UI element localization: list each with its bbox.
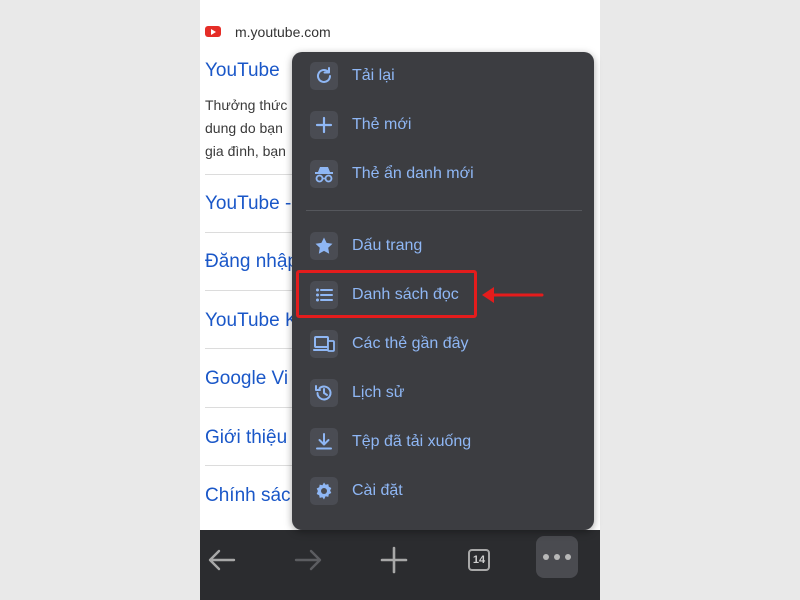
menu-item-bookmarks[interactable]: Dấu trang xyxy=(292,226,594,270)
divider xyxy=(205,290,305,291)
highlight-box xyxy=(296,270,477,318)
site-url: m.youtube.com xyxy=(235,24,331,40)
menu-item-label: Tệp đã tải xuống xyxy=(352,433,472,450)
history-icon xyxy=(310,379,338,407)
tab-counter-icon: 14 xyxy=(468,549,490,571)
site-header: m.youtube.com xyxy=(200,10,600,54)
divider xyxy=(205,407,305,408)
more-button[interactable] xyxy=(535,535,579,579)
menu-item-new-incognito-tab[interactable]: Thẻ ẩn danh mới xyxy=(292,154,594,198)
forward-arrow-icon xyxy=(294,549,322,571)
reload-icon xyxy=(310,62,338,90)
menu-item-label: Các thẻ gần đây xyxy=(352,335,469,352)
gear-icon xyxy=(310,477,338,505)
menu-divider xyxy=(306,210,582,211)
divider xyxy=(205,232,305,233)
divider xyxy=(205,465,305,466)
plus-icon xyxy=(380,546,408,574)
result-link[interactable]: Đăng nhập xyxy=(205,251,298,273)
menu-item-history[interactable]: Lịch sử xyxy=(292,373,594,417)
plus-icon xyxy=(310,111,338,139)
menu-item-reload[interactable]: Tải lại xyxy=(292,56,594,100)
result-link[interactable]: Google Vi xyxy=(205,368,288,390)
tab-switcher-button[interactable]: 14 xyxy=(457,538,501,582)
menu-item-label: Tải lại xyxy=(352,67,395,84)
star-icon xyxy=(310,232,338,260)
menu-item-new-tab[interactable]: Thẻ mới xyxy=(292,105,594,149)
devices-icon xyxy=(310,330,338,358)
result-link[interactable]: Chính sác xyxy=(205,485,291,507)
new-tab-button[interactable] xyxy=(372,538,416,582)
menu-item-settings[interactable]: Cài đặt xyxy=(292,471,594,515)
menu-item-label: Thẻ mới xyxy=(352,116,412,133)
menu-item-label: Lịch sử xyxy=(352,384,405,401)
incognito-icon xyxy=(310,160,338,188)
menu-item-label: Dấu trang xyxy=(352,237,423,254)
result-link[interactable]: Giới thiệu xyxy=(205,427,287,449)
youtube-favicon-icon xyxy=(205,26,221,37)
bottom-toolbar: 14 xyxy=(200,530,600,600)
menu-item-recent-tabs[interactable]: Các thẻ gần đây xyxy=(292,324,594,368)
back-arrow-icon xyxy=(208,549,236,571)
forward-button[interactable] xyxy=(286,538,330,582)
menu-item-label: Thẻ ẩn danh mới xyxy=(352,165,474,182)
menu-item-label: Cài đặt xyxy=(352,482,403,499)
back-button[interactable] xyxy=(200,538,244,582)
divider xyxy=(205,348,305,349)
annotation-arrow-icon xyxy=(482,287,544,303)
result-link[interactable]: YouTube - xyxy=(205,193,291,215)
more-icon xyxy=(543,554,571,560)
result-link-youtube[interactable]: YouTube xyxy=(205,60,280,82)
divider xyxy=(205,174,305,175)
result-link[interactable]: YouTube K xyxy=(205,310,298,332)
menu-item-downloads[interactable]: Tệp đã tải xuống xyxy=(292,422,594,466)
download-icon xyxy=(310,428,338,456)
